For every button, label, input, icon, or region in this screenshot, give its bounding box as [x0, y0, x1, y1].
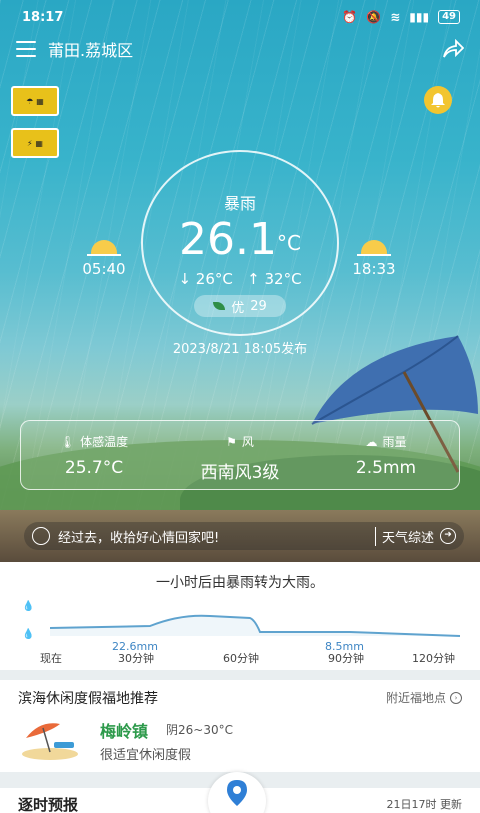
tip-text: 经过去，收拾好心情回家吧!: [58, 530, 220, 546]
time-label-now: 现在: [40, 652, 62, 665]
rainfall: ☁ 雨量 2.5mm: [313, 421, 459, 489]
lightning-alert-icon[interactable]: ⚡ ▦: [11, 128, 59, 158]
time-label-90: 90分钟: [328, 652, 364, 665]
wind-label: 风: [241, 435, 254, 449]
chat-icon: [32, 527, 50, 545]
menu-icon[interactable]: [16, 41, 36, 57]
aqi-value: 29: [250, 298, 267, 314]
publish-time: 2023/8/21 18:05发布: [172, 342, 308, 357]
bell-icon[interactable]: [424, 86, 452, 114]
rain-label: 雨量: [382, 435, 407, 449]
weather-summary-button[interactable]: 天气综述 ➜: [374, 526, 456, 546]
weather-details-card[interactable]: 🌡 体感温度 25.7°C ⚑ 风 西南风3级 ☁ 雨量 2.5mm: [20, 420, 460, 490]
sunset-time: 18:33: [352, 260, 396, 278]
weather-hero: 18:17 ⏰ 🔕 ≋ ▮▮▮ 49 莆田.荔城区 ☂ ▦ ⚡ ▦ 暴雨 26.…: [0, 0, 480, 562]
chevron-right-icon: ›: [450, 691, 462, 704]
sunrise-time: 05:40: [82, 260, 126, 278]
town-temperature: 阴26~30°C: [166, 723, 233, 737]
temperature-unit: °C: [277, 231, 301, 255]
thermometer-icon: 🌡: [59, 434, 76, 449]
forecast-title: 逐时预报: [18, 796, 79, 813]
promo-title: 滨海休闲度假福地推荐: [18, 691, 158, 707]
time-label-60: 60分钟: [223, 652, 259, 665]
feels-label: 体感温度: [80, 435, 129, 449]
rain-value: 2.5mm: [355, 458, 417, 478]
tip-bar[interactable]: 经过去，收拾好心情回家吧! 天气综述 ➜: [24, 522, 464, 550]
summary-label: 天气综述: [381, 530, 434, 546]
feels-value: 25.7°C: [64, 458, 124, 478]
temperature-value: 26.1: [179, 214, 277, 265]
nearby-spots-link[interactable]: 附近福地点 ›: [386, 689, 462, 706]
precipitation-panel: 一小时后由暴雨转为大雨。 💧 💧 22.6mm 8.5mm 现在 30分钟 60分…: [0, 562, 480, 670]
arrow-right-icon: ➜: [440, 528, 456, 544]
promo-more-label: 附近福地点: [385, 691, 446, 705]
share-icon[interactable]: [442, 39, 464, 59]
town-name[interactable]: 梅岭镇: [100, 718, 148, 742]
wind-flag-icon: ⚑: [226, 434, 237, 449]
rainstorm-alert-icon[interactable]: ☂ ▦: [11, 86, 59, 116]
time-label-30: 30分钟: [118, 652, 154, 665]
location-name[interactable]: 莆田.荔城区: [48, 37, 133, 61]
signal-icon: ▮▮▮: [409, 10, 430, 24]
raindrop-icons: 💧 💧: [22, 601, 35, 640]
feels-like: 🌡 体感温度 25.7°C: [21, 421, 167, 489]
aqi-badge[interactable]: 优 29: [194, 295, 286, 317]
rain-cloud-icon: ☁: [365, 434, 378, 449]
time-label-120: 120分钟: [412, 652, 455, 665]
battery-icon: 49: [438, 10, 460, 24]
mute-icon: 🔕: [366, 10, 382, 24]
app-header: 莆田.荔城区: [0, 34, 480, 64]
forecast-updated: 21日17时 更新: [386, 798, 463, 811]
leisure-promo-card[interactable]: 滨海休闲度假福地推荐 附近福地点 › 梅岭镇 阴26~30°C 很适宜休闲度假: [0, 680, 480, 772]
map-pin-icon: [227, 780, 247, 806]
wind: ⚑ 风 西南风3级: [167, 421, 313, 489]
leaf-icon: [213, 302, 226, 310]
location-nav-button[interactable]: [208, 772, 266, 813]
sunset-icon: [357, 240, 391, 256]
wind-value: 西南风3级: [200, 463, 280, 483]
sunrise-icon: [87, 240, 121, 256]
sunset: 18:33: [334, 240, 414, 278]
weather-condition: 暴雨: [223, 194, 256, 213]
aqi-label: 优: [231, 300, 245, 316]
wifi-icon: ≋: [390, 10, 401, 24]
temperature-low: ↓ 26°C: [178, 270, 233, 288]
beach-umbrella-icon: [22, 723, 78, 760]
status-bar: 18:17 ⏰ 🔕 ≋ ▮▮▮ 49: [0, 0, 480, 34]
precip-summary: 一小时后由暴雨转为大雨。: [156, 575, 324, 591]
town-description: 很适宜休闲度假: [100, 748, 192, 763]
status-time: 18:17: [22, 9, 64, 25]
sunrise: 05:40: [64, 240, 144, 278]
alarm-icon: ⏰: [342, 10, 358, 24]
temperature-high: ↑ 32°C: [247, 270, 302, 288]
